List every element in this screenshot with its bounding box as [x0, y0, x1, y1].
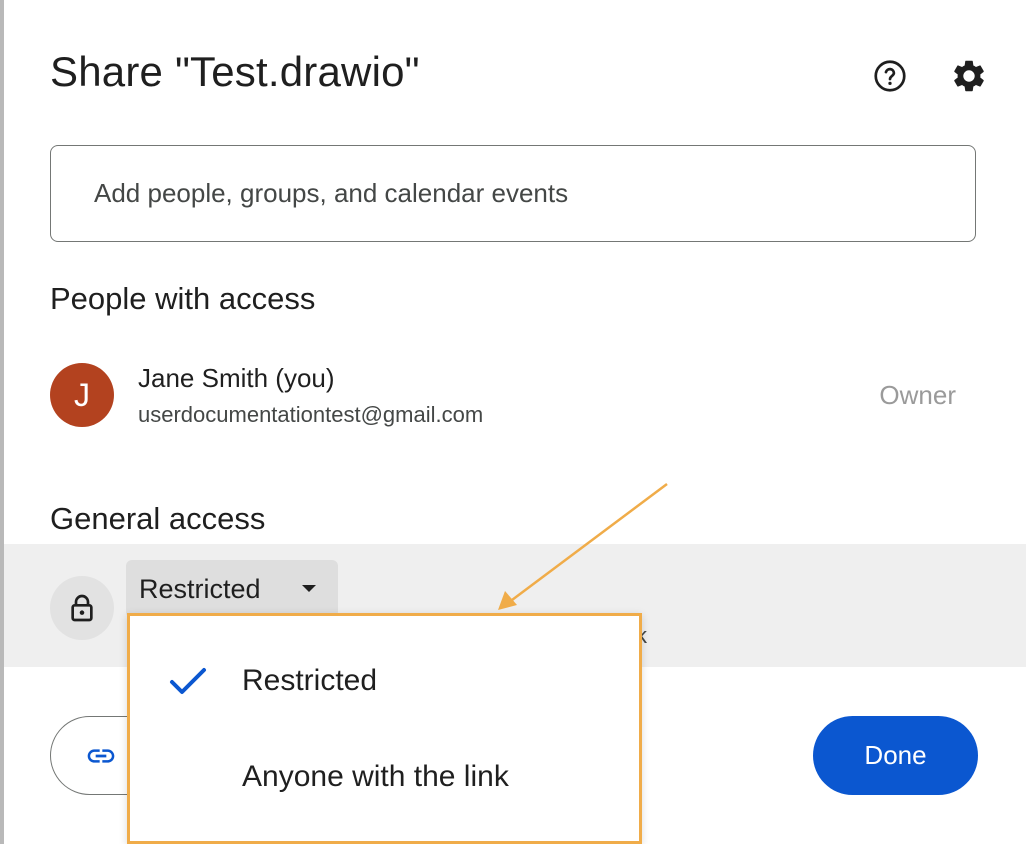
avatar: J — [50, 363, 114, 427]
help-circle-icon — [874, 60, 906, 92]
person-name: Jane Smith (you) — [138, 363, 335, 393]
gear-icon — [954, 60, 984, 92]
general-access-heading: General access — [50, 501, 266, 536]
caret-down-icon — [302, 585, 316, 592]
help-button[interactable] — [866, 52, 914, 100]
person-email: userdocumentationtest@gmail.com — [138, 402, 484, 427]
settings-button[interactable] — [945, 52, 993, 100]
dialog-title: Share "Test.drawio" — [50, 48, 420, 95]
menu-item-restricted[interactable]: Restricted — [130, 634, 639, 730]
general-access-dropdown[interactable]: Restricted — [126, 560, 338, 618]
link-icon — [87, 748, 115, 763]
people-with-access-heading: People with access — [50, 281, 316, 316]
add-people-field[interactable] — [50, 145, 976, 242]
checkmark-icon — [170, 668, 206, 694]
done-button[interactable]: Done — [813, 716, 978, 795]
lock-icon — [71, 594, 93, 622]
general-access-selected: Restricted — [139, 573, 261, 604]
person-role: Owner — [879, 380, 956, 410]
share-dialog: Share "Test.drawio" People with access J… — [4, 0, 1026, 844]
general-access-menu: Restricted Anyone with the link — [127, 613, 642, 844]
menu-item-label: Restricted — [242, 664, 378, 697]
menu-item-label: Anyone with the link — [242, 760, 509, 793]
person-row: J Jane Smith (you) userdocumentationtest… — [50, 358, 980, 434]
lock-icon-container — [50, 576, 114, 640]
add-people-input[interactable] — [92, 177, 975, 210]
menu-item-anyone-with-link[interactable]: Anyone with the link — [130, 730, 639, 826]
